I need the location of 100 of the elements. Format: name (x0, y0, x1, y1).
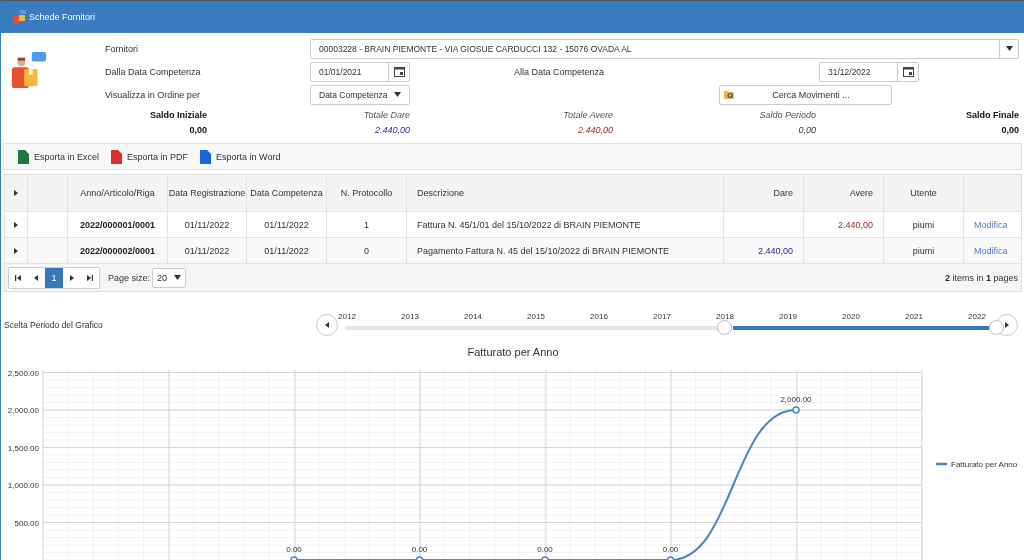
date-field[interactable]: 31/12/2022 (819, 61, 919, 82)
total-label: Totale Dare (363, 110, 410, 120)
data-label: 0.00 (662, 545, 679, 554)
search-button[interactable]: Cerca Movimenti ... (719, 84, 892, 105)
total-value: 0,00 (189, 125, 207, 135)
edit-link[interactable]: Modifica (974, 219, 1008, 230)
first-page-icon (15, 274, 21, 281)
right-arrow-icon (1005, 322, 1009, 328)
total-value: 0,00 (798, 125, 816, 135)
slider-handle[interactable] (989, 320, 1004, 335)
table-cell: piumi (912, 245, 935, 256)
year-label: 2022 (967, 312, 987, 321)
table-cell: 01/11/2022 (264, 245, 309, 256)
axis-label: 1,500.00 (7, 443, 39, 453)
next-page-icon (70, 274, 74, 281)
document-icon (18, 149, 29, 164)
year-label: 2013 (400, 312, 420, 321)
column-header[interactable]: Data Competenza (250, 188, 323, 198)
year-label: 2017 (652, 312, 672, 321)
table-cell: piumi (912, 219, 935, 230)
field-label: Visualizza in Ordine per (105, 89, 201, 100)
field-label: Fornitori (105, 43, 139, 54)
supplier-dropdown[interactable]: 00003228 - BRAIN PIEMONTE - VIA GIOSUE CARDUCCI 132 - 15076 OVADA AL (310, 38, 1019, 59)
column-header[interactable]: Dare (773, 188, 793, 198)
legend-label[interactable]: Fatturato per Anno (951, 460, 1018, 469)
page-size-label: Page size: (108, 272, 151, 283)
left-arrow-icon (325, 322, 329, 328)
calendar-icon (902, 66, 914, 77)
page-button[interactable]: 1 (45, 267, 63, 288)
document-icon (200, 149, 212, 164)
data-label: 0.00 (286, 545, 302, 554)
data-label: 0.00 (411, 545, 428, 554)
table-cell: 2.440,00 (837, 219, 873, 230)
table-cell: Fattura N. 45/1/01 del 15/10/2022 di BRAIN PIEMONTE (417, 219, 641, 230)
window-title: Schede Fornitori (29, 12, 96, 22)
expand-icon[interactable] (14, 221, 18, 228)
column-header[interactable]: Anno/Articolo/Riga (80, 188, 155, 198)
slider-handle[interactable] (717, 320, 732, 335)
data-label: 0.00 (537, 545, 553, 554)
table-cell: 2022/000001/0001 (79, 219, 156, 230)
year-label: 2012 (337, 312, 357, 321)
column-header[interactable]: Utente (910, 188, 937, 198)
date-field[interactable]: 01/01/2021 (310, 61, 410, 82)
column-header[interactable]: Data Registrazione (168, 188, 246, 198)
box-icon (13, 10, 27, 24)
caret-icon (174, 275, 182, 280)
field-label: Alla Data Competenza (514, 66, 606, 77)
axis-label: 500.00 (14, 518, 39, 528)
data-point (792, 406, 800, 414)
table-cell: 1 (364, 219, 369, 230)
expand-icon[interactable] (14, 247, 18, 254)
table-cell: 01/11/2022 (264, 219, 309, 230)
year-label: 2015 (526, 312, 546, 321)
table-cell: Pagamento Fattura N. 45 del 15/10/2022 di BRAIN PIEMONTE (417, 245, 670, 256)
chart-title: Fatturato per Anno (467, 346, 559, 358)
year-label: 2016 (589, 312, 609, 321)
delivery-person-drawing (9, 51, 47, 91)
total-label: Saldo Iniziale (150, 110, 207, 120)
order-dropdown[interactable]: Data Competenza (310, 84, 410, 105)
year-label: 2018 (715, 312, 735, 321)
slider-left-button[interactable] (316, 314, 338, 336)
data-label: 2,000.00 (780, 395, 812, 404)
pager-summary: 2 items in 1 pages (944, 272, 1018, 283)
total-value: 2.440,00 (577, 125, 613, 135)
table-cell: 0 (364, 245, 369, 256)
column-header[interactable]: Avere (849, 188, 873, 198)
total-label: Saldo Periodo (759, 110, 816, 120)
axis-label: 2,000.00 (7, 406, 39, 415)
year-label: 2020 (841, 312, 861, 321)
export-button[interactable]: Esporta in Excel (14, 149, 104, 164)
total-label: Totale Avere (563, 110, 613, 120)
calendar-icon (393, 66, 405, 77)
year-label: 2019 (778, 312, 798, 321)
field-label: Dalla Data Competenza (105, 66, 202, 77)
caret-icon (1005, 46, 1013, 51)
table-cell: 01/11/2022 (184, 245, 230, 256)
last-page-icon (87, 274, 93, 281)
page-size-dropdown[interactable]: 20 (152, 267, 187, 288)
year-label: 2021 (904, 312, 924, 321)
edit-link[interactable]: Modifica (974, 245, 1008, 256)
table-cell: 2.440,00 (757, 245, 793, 256)
total-label: Saldo Finale (966, 110, 1019, 120)
caret-icon (394, 92, 401, 97)
column-header[interactable]: N. Protocollo (340, 188, 393, 198)
period-label: Scelta Periodo del Grafico (3, 320, 104, 330)
axis-label: 1,000.00 (7, 481, 39, 490)
total-value: 2.440,00 (374, 125, 410, 135)
export-button[interactable]: Esporta in Word (196, 149, 285, 164)
table-cell: 2022/000002/0001 (79, 245, 156, 256)
column-header[interactable]: Descrizione (417, 188, 465, 198)
export-button[interactable]: Esporta in PDF (107, 149, 193, 164)
document-icon (111, 149, 123, 164)
year-label: 2014 (463, 312, 483, 321)
folder-search-icon (724, 89, 735, 100)
total-value: 0,00 (1001, 125, 1019, 135)
expand-icon[interactable] (14, 190, 18, 196)
previous-page-icon (34, 274, 38, 281)
legend-swatch (936, 462, 947, 466)
table-cell: 01/11/2022 (184, 219, 230, 230)
axis-label: 2,500.00 (7, 368, 39, 378)
